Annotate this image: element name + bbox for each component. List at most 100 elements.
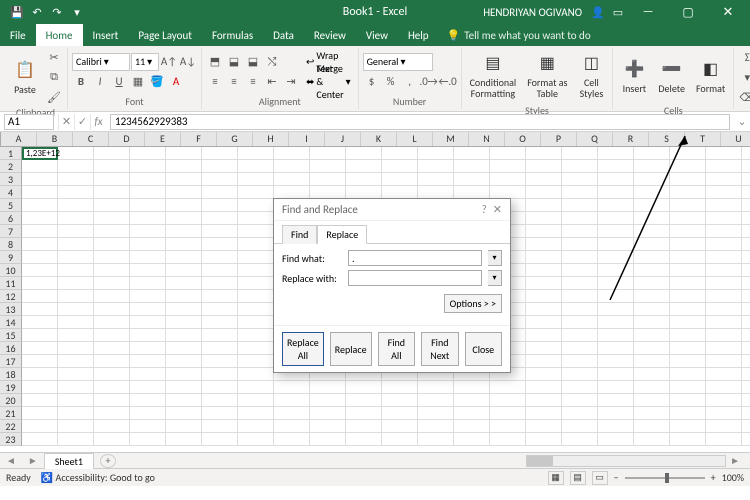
tab-help[interactable]: Help — [398, 24, 439, 46]
align-left-icon[interactable]: ≡ — [206, 73, 224, 91]
find-what-dropdown-icon[interactable]: ▾ — [488, 250, 502, 266]
column-header-L[interactable]: L — [397, 132, 433, 146]
fill-icon[interactable]: ▾ — [738, 68, 750, 86]
column-header-E[interactable]: E — [145, 132, 181, 146]
replace-all-button[interactable]: Replace All — [282, 332, 324, 366]
autosum-icon[interactable]: Σ — [738, 48, 750, 66]
italic-button[interactable]: I — [91, 73, 109, 91]
zoom-level[interactable]: 100% — [722, 471, 744, 484]
row-header-18[interactable]: 18 — [0, 368, 22, 381]
options-button[interactable]: Options > > — [444, 294, 502, 313]
hscroll-right-icon[interactable]: ► — [726, 454, 744, 467]
align-bottom-icon[interactable]: ⬓ — [244, 53, 262, 71]
undo-icon[interactable]: ↶ — [28, 3, 46, 21]
font-size-select[interactable]: 11 ▾ — [131, 53, 159, 71]
fx-icon[interactable]: fx — [90, 114, 106, 130]
row-header-12[interactable]: 12 — [0, 290, 22, 303]
close-button[interactable]: Close — [465, 332, 502, 366]
merge-center-button[interactable]: ⬌ Merge & Center ▾ — [303, 73, 354, 91]
zoom-in-icon[interactable]: + — [711, 471, 716, 484]
column-header-U[interactable]: U — [721, 132, 750, 146]
row-header-4[interactable]: 4 — [0, 186, 22, 199]
column-header-F[interactable]: F — [181, 132, 217, 146]
column-header-A[interactable]: A — [1, 132, 37, 146]
close-window-button[interactable]: ✕ — [710, 0, 746, 24]
user-avatar-icon[interactable]: 👤 — [590, 4, 606, 20]
column-header-C[interactable]: C — [73, 132, 109, 146]
align-middle-icon[interactable]: ⬓ — [225, 53, 243, 71]
replace-with-dropdown-icon[interactable]: ▾ — [488, 270, 502, 286]
align-top-icon[interactable]: ⬒ — [206, 53, 224, 71]
row-header-6[interactable]: 6 — [0, 212, 22, 225]
column-header-B[interactable]: B — [37, 132, 73, 146]
sheet-tab-1[interactable]: Sheet1 — [44, 453, 94, 469]
dialog-close-icon[interactable]: ✕ — [493, 203, 502, 216]
tab-formulas[interactable]: Formulas — [202, 24, 263, 46]
cell-a1[interactable]: 1,23E+12 — [22, 147, 58, 160]
row-header-9[interactable]: 9 — [0, 251, 22, 264]
increase-decimal-icon[interactable]: .0→ — [420, 73, 438, 91]
name-box[interactable]: A1 — [4, 114, 54, 130]
insert-cells-button[interactable]: ➕Insert — [617, 48, 651, 104]
align-center-icon[interactable]: ≡ — [225, 73, 243, 91]
dialog-tab-replace[interactable]: Replace — [317, 225, 367, 244]
format-as-table-button[interactable]: ▦Format as Table — [523, 48, 571, 104]
replace-button[interactable]: Replace — [330, 332, 372, 366]
paste-button[interactable]: 📋 Paste — [8, 49, 42, 105]
format-painter-icon[interactable]: 🖌 — [45, 88, 63, 106]
row-header-16[interactable]: 16 — [0, 342, 22, 355]
row-header-15[interactable]: 15 — [0, 329, 22, 342]
increase-indent-icon[interactable]: ⇥ — [282, 73, 300, 91]
row-header-21[interactable]: 21 — [0, 407, 22, 420]
zoom-out-icon[interactable]: − — [614, 471, 619, 484]
row-header-8[interactable]: 8 — [0, 238, 22, 251]
row-header-11[interactable]: 11 — [0, 277, 22, 290]
percent-format-icon[interactable]: % — [382, 73, 400, 91]
row-header-13[interactable]: 13 — [0, 303, 22, 316]
new-sheet-button[interactable]: + — [100, 454, 116, 468]
format-cells-button[interactable]: ◧Format — [692, 48, 729, 104]
cut-icon[interactable]: ✂ — [45, 48, 63, 66]
decrease-decimal-icon[interactable]: ←.0 — [439, 73, 457, 91]
column-header-N[interactable]: N — [469, 132, 505, 146]
decrease-indent-icon[interactable]: ⇤ — [263, 73, 281, 91]
dialog-tab-find[interactable]: Find — [282, 225, 317, 244]
font-color-button[interactable]: A — [167, 73, 185, 91]
tab-insert[interactable]: Insert — [83, 24, 129, 46]
maximize-button[interactable]: ▢ — [670, 0, 706, 24]
formula-input[interactable]: 1234562929383 — [110, 114, 730, 130]
row-header-14[interactable]: 14 — [0, 316, 22, 329]
column-header-J[interactable]: J — [325, 132, 361, 146]
row-header-19[interactable]: 19 — [0, 381, 22, 394]
row-header-1[interactable]: 1 — [0, 147, 22, 160]
dialog-help-icon[interactable]: ? — [482, 203, 487, 216]
tab-page-layout[interactable]: Page Layout — [128, 24, 202, 46]
expand-formulabar-icon[interactable]: ⌄ — [734, 115, 750, 128]
row-header-22[interactable]: 22 — [0, 420, 22, 433]
tab-home[interactable]: Home — [36, 24, 83, 46]
row-header-20[interactable]: 20 — [0, 394, 22, 407]
minimize-button[interactable]: — — [630, 0, 666, 24]
sheet-nav-next-icon[interactable]: ► — [22, 454, 44, 467]
row-header-5[interactable]: 5 — [0, 199, 22, 212]
column-header-S[interactable]: S — [649, 132, 685, 146]
row-header-10[interactable]: 10 — [0, 264, 22, 277]
tab-data[interactable]: Data — [263, 24, 304, 46]
clear-icon[interactable]: ⌫ — [738, 88, 750, 106]
user-name[interactable]: HENDRIYAN OGIVANO — [479, 6, 586, 19]
horizontal-scrollbar[interactable]: ► — [122, 454, 744, 467]
sheet-nav-prev-icon[interactable]: ◄ — [0, 454, 22, 467]
redo-icon[interactable]: ↷ — [48, 3, 66, 21]
tab-review[interactable]: Review — [304, 24, 356, 46]
underline-button[interactable]: U — [110, 73, 128, 91]
fill-color-button[interactable]: 🪣 — [148, 73, 166, 91]
number-format-select[interactable]: General ▾ — [363, 53, 433, 71]
row-header-23[interactable]: 23 — [0, 433, 22, 446]
row-header-3[interactable]: 3 — [0, 173, 22, 186]
find-next-button[interactable]: Find Next — [421, 332, 458, 366]
column-header-T[interactable]: T — [685, 132, 721, 146]
column-header-G[interactable]: G — [217, 132, 253, 146]
find-what-input[interactable] — [348, 250, 482, 266]
row-header-2[interactable]: 2 — [0, 160, 22, 173]
column-header-P[interactable]: P — [541, 132, 577, 146]
